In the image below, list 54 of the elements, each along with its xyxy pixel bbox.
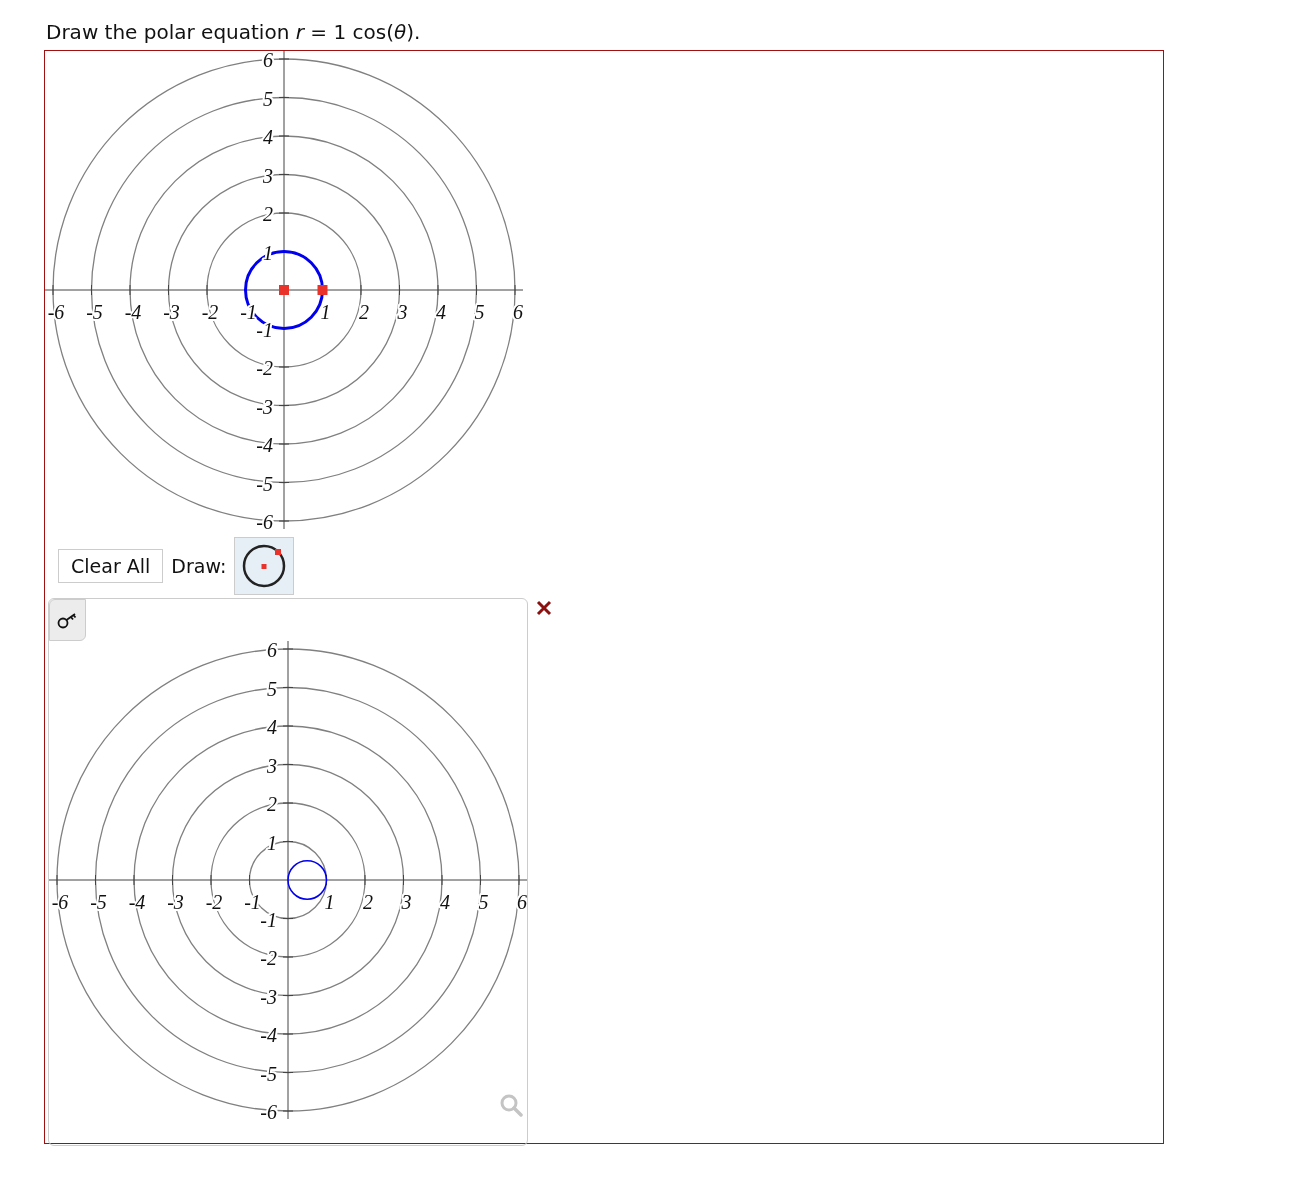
axis-label: -1 [256,318,273,341]
key-icon [56,611,79,629]
axis-label: -6 [260,1101,277,1119]
axis-label: 3 [401,891,412,913]
axis-label: -4 [256,434,273,456]
draw-label: Draw: [171,555,227,577]
axis-label: 5 [263,87,273,110]
axis-label: -3 [167,891,184,913]
axis-label: 1 [267,831,277,854]
question-text: Draw the polar equation r = 1 cos(θ). [46,20,422,44]
axis-label: -6 [47,301,65,323]
axis-label: 4 [436,301,446,323]
axis-label: 2 [267,793,277,815]
axis-label: -4 [260,1024,277,1046]
axis-label: -4 [124,301,142,323]
axis-label: -3 [256,395,273,418]
axis-label: -2 [260,947,277,969]
axis-label: -1 [260,908,277,931]
axis-label: 2 [263,203,273,225]
axis-label: -2 [256,357,273,379]
axis-label: 5 [478,891,489,913]
axis-label: -6 [51,891,69,913]
axis-label: 5 [267,677,277,700]
axis-label: -3 [163,301,180,323]
axis-label: -5 [86,301,103,323]
axis-label: -2 [205,891,223,913]
axis-label: 6 [513,301,523,323]
axis-label: 4 [263,126,273,148]
axis-label: 3 [267,754,277,777]
axis-label: -5 [256,472,273,495]
axis-label: 2 [359,301,369,323]
axis-label: -3 [260,985,277,1008]
axis-label: 6 [263,51,273,71]
axis-label: -5 [260,1062,277,1085]
axis-label: -2 [201,301,219,323]
axis-label: 3 [263,164,273,187]
axis-label: 4 [440,891,450,913]
axis-label: -4 [128,891,146,913]
axis-label: 5 [474,301,485,323]
axis-label: -6 [256,511,273,529]
radius-handle[interactable] [317,285,328,295]
axis-label: -5 [90,891,107,913]
clear-all-button[interactable]: Clear All [58,549,164,583]
axis-label: 1 [324,891,335,913]
center-handle[interactable] [279,285,289,295]
axis-label: 3 [397,301,408,323]
axis-label: 4 [267,716,277,738]
key-button[interactable] [49,599,86,641]
axis-label: 6 [267,641,277,661]
axis-label: 1 [320,301,331,323]
axis-label: -1 [244,891,261,913]
axis-label: 2 [363,891,373,913]
circle-tool-button[interactable] [234,537,295,595]
axis-label: 6 [517,891,527,913]
